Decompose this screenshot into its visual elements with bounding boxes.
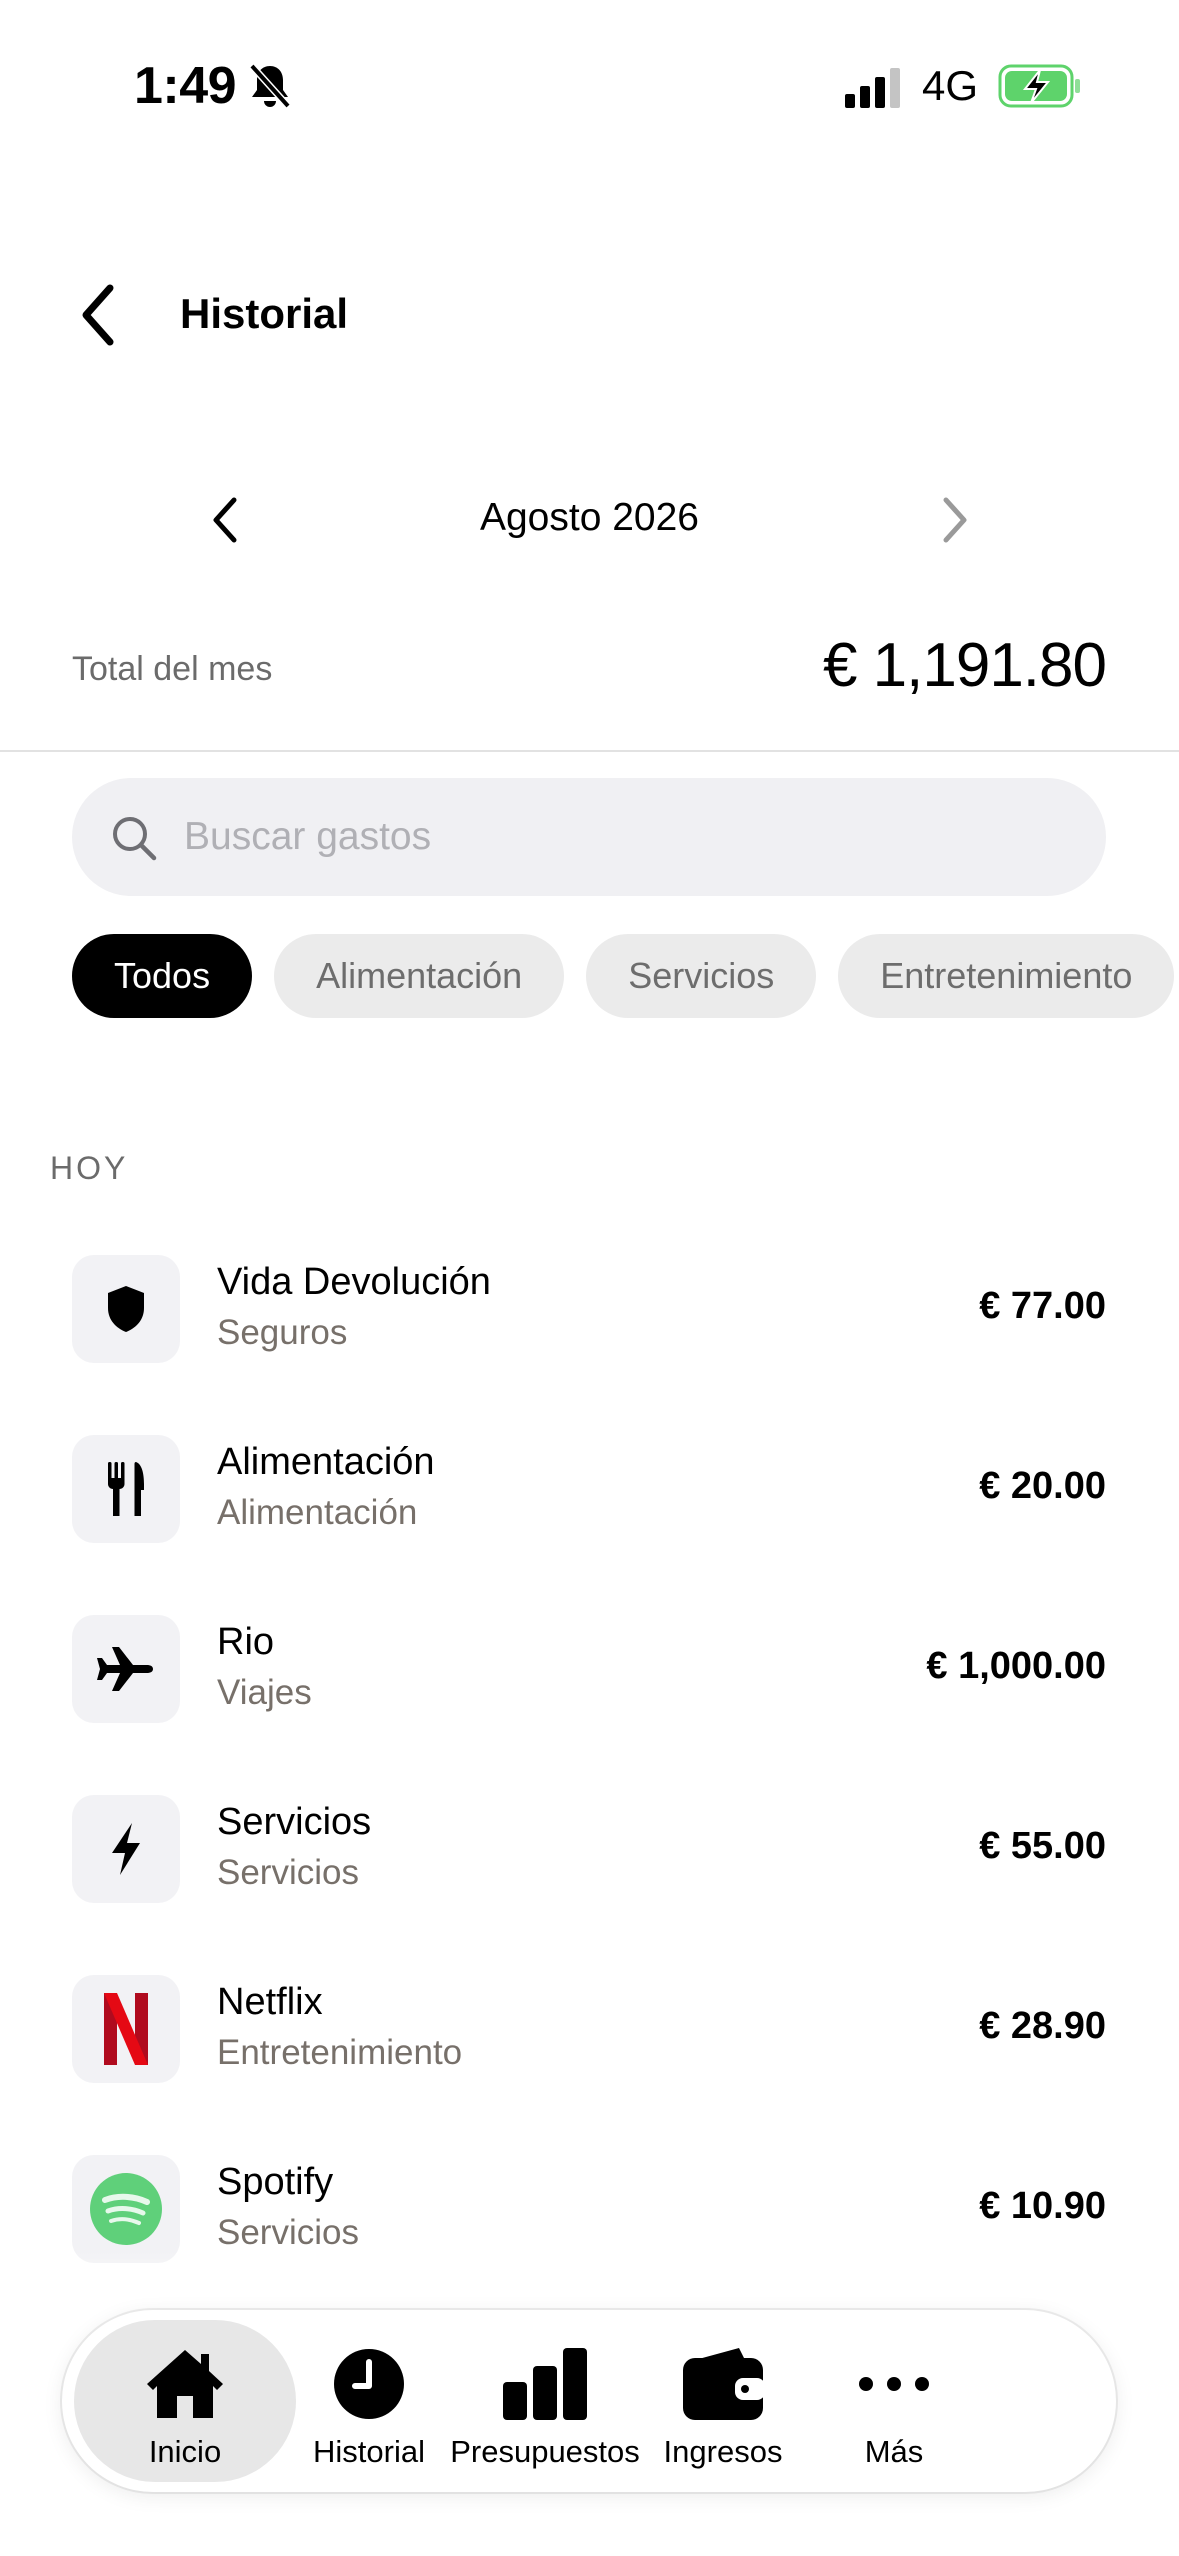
tab-inicio[interactable]: Inicio: [74, 2320, 296, 2482]
tab-label: Ingresos: [663, 2434, 783, 2469]
expense-list: Vida Devolución Seguros € 77.00 Alimenta…: [72, 1255, 1106, 2335]
tab-bar: Inicio Historial Presupuestos Ingresos M…: [62, 2310, 1116, 2492]
page-title: Historial: [180, 290, 349, 337]
divider: [0, 750, 1179, 752]
next-month-button[interactable]: [930, 490, 980, 550]
tab-ingresos[interactable]: Ingresos: [648, 2320, 798, 2482]
tab-label: Historial: [313, 2434, 425, 2469]
expense-amount: € 55.00: [979, 1825, 1106, 1867]
tab-label: Inicio: [148, 2434, 222, 2469]
expense-category: Servicios: [217, 2213, 359, 2252]
utensils-icon: [72, 1435, 180, 1543]
status-time: 1:49: [134, 57, 237, 115]
expense-row[interactable]: Servicios Servicios € 55.00: [72, 1795, 1106, 1975]
chip-alimentacion[interactable]: Alimentación: [274, 934, 565, 1018]
signal-icon: [845, 68, 900, 108]
month-label: Agosto 2026: [479, 496, 699, 539]
total-label: Total del mes: [72, 650, 273, 688]
chip-todos[interactable]: Todos: [72, 934, 253, 1018]
status-bar: 1:49 4G: [0, 0, 1179, 160]
expense-row[interactable]: Alimentación Alimentación € 20.00: [72, 1435, 1106, 1615]
tab-historial[interactable]: Historial: [296, 2320, 442, 2482]
expense-name: Alimentación: [217, 1441, 435, 1483]
expense-name: Spotify: [217, 2161, 334, 2203]
clock-icon: [334, 2349, 404, 2419]
more-icon: [859, 2377, 929, 2391]
expense-amount: € 10.90: [979, 2185, 1106, 2227]
expense-category: Entretenimiento: [217, 2033, 463, 2072]
shield-icon: [72, 1255, 180, 1363]
expense-row[interactable]: Rio Viajes € 1,000.00: [72, 1615, 1106, 1795]
tab-mas[interactable]: Más: [798, 2320, 990, 2482]
expense-amount: € 20.00: [979, 1465, 1106, 1507]
bell-muted-icon: [249, 63, 291, 109]
tab-label: Más: [864, 2434, 924, 2469]
airplane-icon: [72, 1615, 180, 1723]
expense-amount: € 28.90: [979, 2005, 1106, 2047]
back-button[interactable]: [70, 280, 130, 350]
chip-servicios[interactable]: Servicios: [586, 934, 817, 1018]
expense-category: Seguros: [217, 1313, 348, 1352]
expense-category: Servicios: [217, 1853, 359, 1892]
month-total: Total del mes € 1,191.80: [72, 630, 1107, 710]
home-icon: [147, 2350, 223, 2418]
battery-charging-icon: [998, 64, 1080, 108]
section-header-today: HOY: [50, 1150, 129, 1186]
expense-row[interactable]: Vida Devolución Seguros € 77.00: [72, 1255, 1106, 1435]
wallet-icon: [683, 2348, 765, 2420]
tab-label: Presupuestos: [450, 2434, 640, 2469]
search-icon: [113, 817, 157, 861]
expense-amount: € 77.00: [979, 1285, 1106, 1327]
expense-amount: € 1,000.00: [926, 1645, 1106, 1687]
network-label: 4G: [922, 62, 979, 109]
month-selector: Agosto 2026: [0, 480, 1179, 560]
header: Historial: [0, 270, 1179, 360]
expense-row[interactable]: Netflix Entretenimiento € 28.90: [72, 1975, 1106, 2155]
expense-category: Viajes: [217, 1673, 312, 1712]
bar-chart-icon: [503, 2348, 587, 2420]
expense-name: Servicios: [217, 1801, 372, 1843]
netflix-logo-icon: [72, 1975, 180, 2083]
expense-name: Rio: [217, 1621, 275, 1663]
expense-name: Vida Devolución: [217, 1261, 491, 1303]
search-input[interactable]: [184, 778, 1064, 896]
expense-category: Alimentación: [217, 1493, 418, 1532]
chip-entretenimiento[interactable]: Entretenimiento: [838, 934, 1175, 1018]
tab-presupuestos[interactable]: Presupuestos: [442, 2320, 648, 2482]
expense-name: Netflix: [217, 1981, 323, 2023]
lightning-icon: [72, 1795, 180, 1903]
total-value: € 1,191.80: [822, 631, 1107, 700]
category-filter-chips: Todos Alimentación Servicios Entretenimient…: [72, 934, 1179, 1018]
search-box[interactable]: [72, 778, 1106, 896]
spotify-logo-icon: [72, 2155, 180, 2263]
